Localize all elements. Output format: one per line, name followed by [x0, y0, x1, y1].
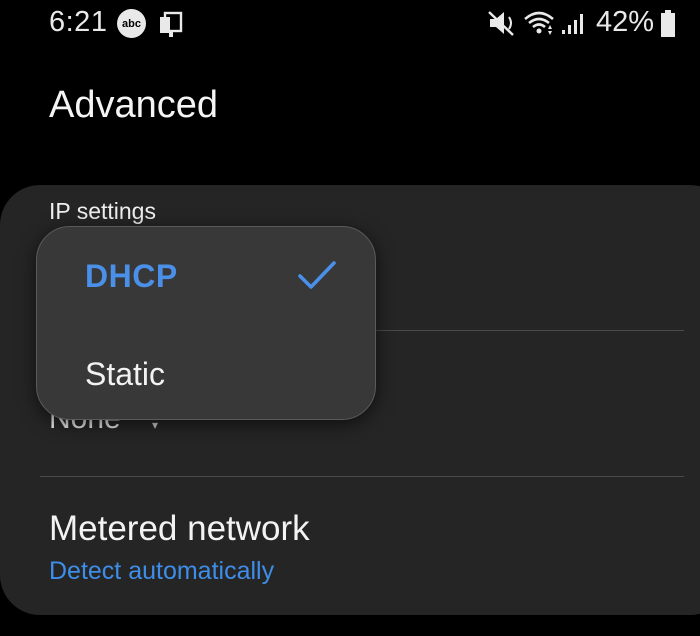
status-bar: 6:21 abc 42%: [0, 0, 700, 50]
dropdown-arrow-icon[interactable]: ▾: [152, 418, 158, 432]
wifi-icon: [524, 11, 554, 35]
metered-network-value[interactable]: Detect automatically: [49, 557, 274, 586]
divider: [40, 476, 684, 477]
signal-icon: [562, 14, 583, 34]
cast-icon: [160, 11, 183, 37]
battery-icon: [661, 10, 675, 37]
metered-network-title[interactable]: Metered network: [49, 509, 310, 549]
ip-settings-label: IP settings: [49, 198, 156, 224]
mute-icon: [488, 11, 514, 36]
abc-icon: abc: [117, 9, 146, 38]
menu-option-dhcp[interactable]: DHCP: [37, 231, 375, 321]
battery-percent: 42%: [596, 6, 655, 38]
page-title: Advanced: [49, 84, 219, 126]
menu-option-label: Static: [85, 355, 166, 392]
ip-settings-dropdown: DHCP Static: [36, 226, 376, 420]
menu-option-static[interactable]: Static: [37, 329, 375, 419]
menu-option-label: DHCP: [85, 257, 178, 294]
check-icon: [298, 261, 336, 289]
status-time: 6:21: [49, 6, 108, 38]
